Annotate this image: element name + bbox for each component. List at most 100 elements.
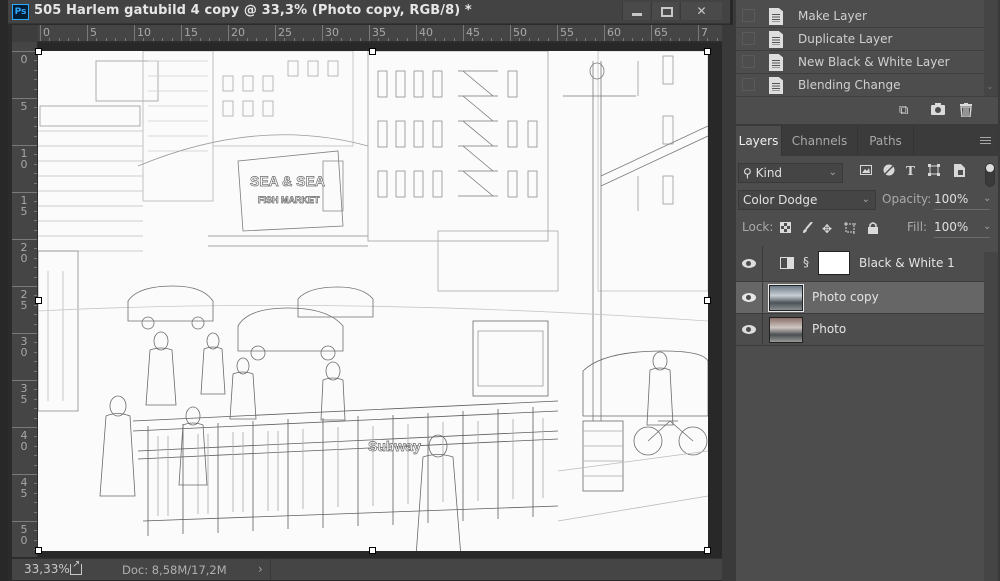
export-icon[interactable] [70,559,82,575]
layer-name: Photo [812,322,847,336]
ruler-major-tick [12,239,37,240]
lock-position-move-icon[interactable]: ✥ [822,222,832,236]
lock-artboard-icon[interactable] [844,222,856,237]
transform-handle-bottom-right[interactable] [704,547,711,554]
fill-input[interactable]: 100% [934,220,990,238]
ruler-minor-tick [434,38,436,41]
eye-icon[interactable] [742,293,756,302]
document-image[interactable]: SEA & SEA FISH MARKET Subway [38,51,708,551]
history-footer: ⧉ [736,96,998,124]
transform-handle-right[interactable] [704,297,711,304]
transform-handle-top[interactable] [369,48,376,55]
horizontal-ruler[interactable]: 0 5 10 15 20 25 30 35 40 45 50 55 60 65 7 [38,25,722,42]
blend-mode-dropdown[interactable]: Color Dodge ⌄ [738,190,876,210]
new-document-from-state-icon[interactable]: ⧉ [899,103,908,118]
ruler-major-tick [181,25,182,41]
ruler-minor-tick [669,38,671,41]
layer-row-photo[interactable]: Photo [736,314,984,346]
layer-filter-kind-dropdown[interactable]: ⚲ Kind ⌄ [738,163,843,183]
history-scrollbar[interactable]: ⌄ [984,0,998,96]
ruler-minor-tick [453,38,455,41]
history-state-icon [769,77,783,94]
ruler-minor-tick [293,38,295,41]
eye-icon[interactable] [742,259,756,268]
ruler-minor-tick [613,38,615,41]
panel-menu-icon[interactable] [980,137,991,145]
visibility-divider [762,246,763,282]
tab-paths[interactable]: Paths [858,126,914,156]
photoshop-window: Ps 505 Harlem gatubild 4 copy @ 33,3% (P… [0,0,1000,581]
tab-channels[interactable]: Channels [782,126,858,156]
transform-handle-top-left[interactable] [35,48,42,55]
filter-toggle-switch[interactable] [985,163,995,187]
trash-icon[interactable] [960,103,972,121]
history-snapshot-checkbox[interactable] [742,9,755,22]
ruler-minor-tick [284,38,286,41]
opacity-value: 100% [934,192,969,206]
history-item[interactable]: New Black & White Layer [736,51,984,74]
status-menu-arrow-icon[interactable]: › [258,562,263,576]
black-white-adjustment-icon [780,257,794,269]
chevron-down-icon[interactable]: ⌄ [986,82,994,92]
ruler-label: 2 0 [20,241,28,265]
tab-layers[interactable]: Layers [736,126,782,156]
layer-thumbnail[interactable] [769,317,803,343]
ruler-minor-tick [594,38,596,41]
history-item[interactable]: Blending Change [736,74,984,97]
history-item[interactable]: Make Layer [736,5,984,28]
layer-thumbnail[interactable] [768,284,804,312]
ruler-minor-tick [397,38,399,41]
layer-mask-thumbnail[interactable] [818,251,850,275]
document-title-bar[interactable]: Ps 505 Harlem gatubild 4 copy @ 33,3% (P… [8,0,730,24]
ruler-major-tick [322,25,323,41]
fill-dropdown-arrow-icon[interactable]: ⌄ [983,221,991,232]
layers-scrollbar[interactable] [984,252,998,581]
ruler-minor-tick [68,38,70,41]
lock-image-pixels-brush-icon[interactable] [802,221,813,237]
ruler-minor-tick [115,38,117,41]
ruler-minor-tick [660,38,662,41]
transform-handle-bottom[interactable] [369,547,376,554]
transform-handle-top-right[interactable] [704,48,711,55]
opacity-dropdown-arrow-icon[interactable]: ⌄ [983,193,991,204]
history-snapshot-checkbox[interactable] [742,78,755,91]
transform-handle-left[interactable] [35,297,42,304]
document-title: 505 Harlem gatubild 4 copy @ 33,3% (Phot… [34,3,472,18]
lock-transparent-pixels-icon[interactable] [780,222,791,236]
history-item-label: Blending Change [798,78,901,92]
adjustment-layer-filter-icon[interactable] [883,164,895,179]
history-snapshot-checkbox[interactable] [742,55,755,68]
ruler-minor-tick [425,38,427,41]
opacity-input[interactable]: 100% [934,192,990,210]
lock-all-icon[interactable] [868,222,878,237]
transform-handle-bottom-left[interactable] [35,547,42,554]
maximize-button[interactable] [651,2,679,20]
smart-object-filter-icon[interactable] [954,164,965,180]
camera-icon[interactable] [931,103,945,119]
history-snapshot-checkbox[interactable] [742,32,755,45]
ruler-minor-tick [350,38,352,41]
canvas-area[interactable]: SEA & SEA FISH MARKET Subway [35,43,722,557]
ruler-major-tick [463,25,464,41]
ruler-minor-tick [359,38,361,41]
ruler-minor-tick [632,38,634,41]
ruler-major-tick [510,25,511,41]
layer-row-black-white-1[interactable]: § Black & White 1 [736,246,984,282]
chevron-down-icon: ⌄ [861,194,870,205]
pixel-layer-filter-icon[interactable] [860,164,872,178]
type-layer-filter-icon[interactable]: T [906,164,915,178]
minimize-button[interactable] [622,2,650,20]
shape-layer-filter-icon[interactable] [928,164,940,179]
link-chain-icon[interactable]: § [803,255,809,269]
subway-entrance [132,400,559,536]
zoom-level[interactable]: 33,33% [24,562,70,576]
ruler-major-tick [12,380,37,381]
history-item-label: Duplicate Layer [798,32,893,46]
layer-row-photo-copy[interactable]: Photo copy [736,282,984,314]
close-button[interactable]: ✕ [680,2,722,20]
eye-icon[interactable] [742,325,756,334]
trash-can [582,420,624,492]
history-item[interactable]: Duplicate Layer [736,28,984,51]
left-storefront [38,250,79,412]
ruler-origin[interactable] [12,25,38,42]
